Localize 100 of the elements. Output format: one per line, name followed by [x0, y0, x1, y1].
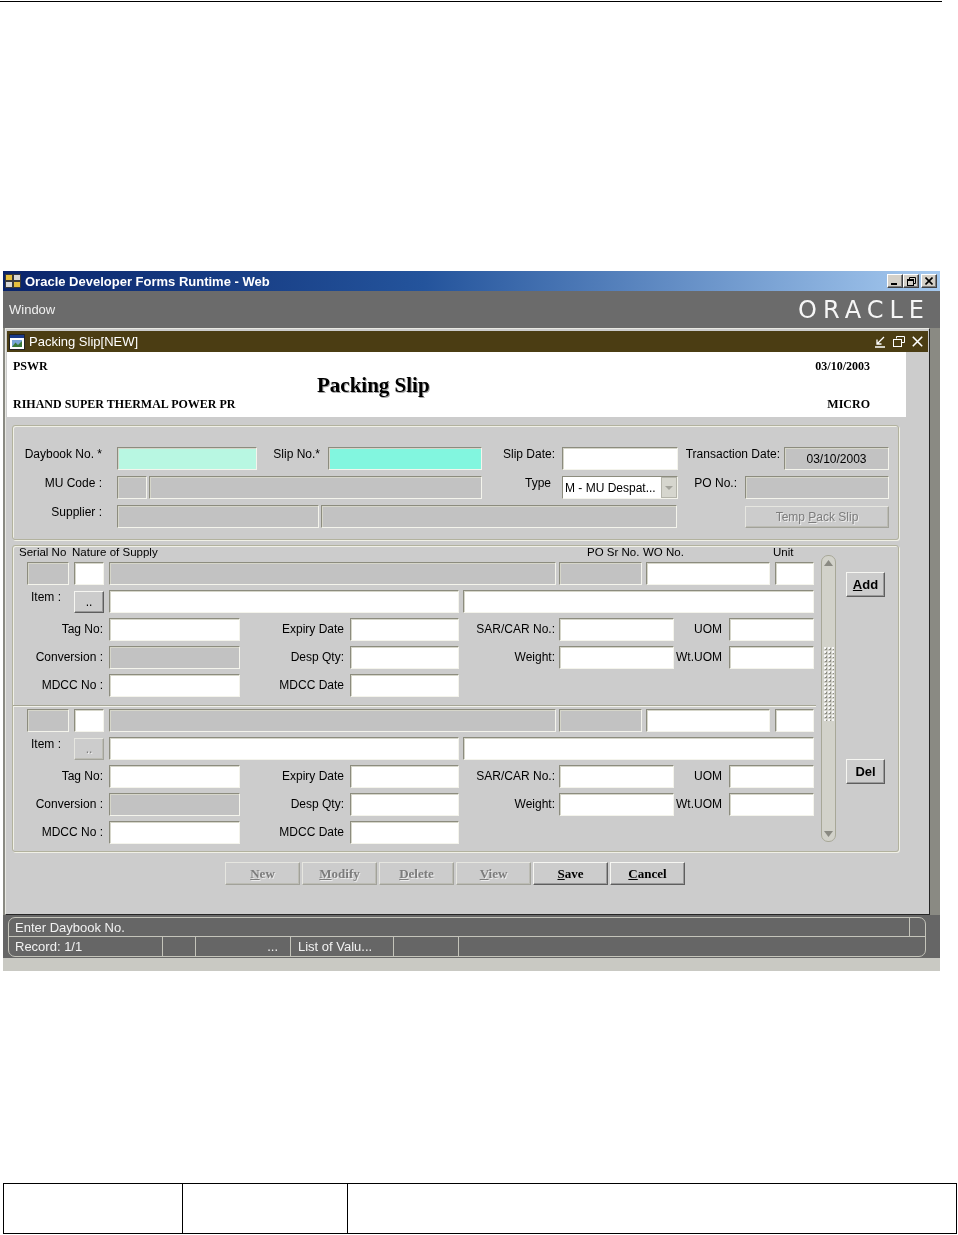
- field-label: Conversion :: [35, 797, 103, 812]
- save-button[interactable]: Save: [533, 862, 608, 885]
- field-label: Tag No:: [61, 769, 103, 784]
- field-label: Daybook No. *: [24, 447, 102, 462]
- field-label: Wt.UOM: [676, 650, 722, 665]
- field-label: MU Code :: [44, 476, 102, 491]
- field-label: Tag No:: [61, 622, 103, 637]
- close-button[interactable]: [921, 274, 937, 288]
- minimize-icon[interactable]: [874, 335, 886, 348]
- minimize-button[interactable]: [887, 274, 903, 288]
- input-field[interactable]: [350, 646, 459, 669]
- app-icon: [5, 274, 21, 288]
- input-field[interactable]: [463, 737, 814, 760]
- field-label: PO No.:: [694, 476, 737, 491]
- dropdown[interactable]: M - MU Despat...: [562, 476, 678, 499]
- readonly-field[interactable]: [559, 709, 642, 732]
- column-header: Unit: [773, 546, 795, 559]
- field-label: Weight:: [514, 797, 555, 812]
- maximize-button[interactable]: [903, 274, 919, 288]
- field-label: Item :: [31, 737, 61, 752]
- column-header: Nature of Supply: [72, 546, 159, 559]
- readonly-field[interactable]: [27, 562, 69, 585]
- input-field[interactable]: [729, 646, 814, 669]
- column-header: WO No.: [643, 546, 685, 559]
- readonly-field[interactable]: [321, 505, 677, 528]
- restore-icon[interactable]: [893, 336, 905, 347]
- input-field[interactable]: [559, 793, 674, 816]
- input-field[interactable]: [74, 709, 104, 732]
- header-organisation: RIHAND SUPER THERMAL POWER PR: [13, 397, 236, 411]
- input-field[interactable]: [109, 821, 240, 844]
- input-field[interactable]: [350, 821, 459, 844]
- up-arrow-icon[interactable]: [824, 560, 833, 566]
- input-field[interactable]: [729, 618, 814, 641]
- column-header: PO Sr No.: [587, 546, 641, 559]
- field-label: Type: [525, 476, 551, 491]
- readonly-field[interactable]: [745, 476, 889, 499]
- header-unit: MICRO: [827, 397, 870, 411]
- down-arrow-icon[interactable]: [824, 831, 833, 837]
- input-field[interactable]: [109, 765, 240, 788]
- input-field[interactable]: [350, 793, 459, 816]
- readonly-field[interactable]: 03/10/2003: [784, 447, 889, 470]
- input-field[interactable]: [729, 793, 814, 816]
- readonly-field[interactable]: [109, 793, 240, 816]
- status-hint: List of Valu...: [298, 939, 373, 954]
- field-label: Slip No.*: [273, 447, 320, 462]
- readonly-field[interactable]: [559, 562, 642, 585]
- column-header: Serial No: [19, 546, 68, 559]
- field-label: Expiry Date: [281, 769, 344, 784]
- restore-icon: [906, 276, 916, 286]
- close-icon[interactable]: [912, 336, 923, 347]
- input-field[interactable]: [350, 765, 459, 788]
- header-title: Packing Slip: [317, 373, 430, 397]
- readonly-field[interactable]: [117, 476, 147, 499]
- readonly-field[interactable]: [149, 476, 482, 499]
- input-field[interactable]: [775, 709, 814, 732]
- form-icon: [9, 333, 25, 350]
- input-field[interactable]: [463, 590, 814, 613]
- input-field[interactable]: [775, 562, 814, 585]
- field-label: Conversion :: [35, 650, 103, 665]
- header-code: PSWR: [13, 360, 48, 373]
- window-title: Packing Slip[NEW]: [29, 334, 139, 349]
- input-field[interactable]: [109, 590, 459, 613]
- input-field[interactable]: [559, 618, 674, 641]
- input-field[interactable]: [109, 737, 459, 760]
- add-button[interactable]: Add: [846, 572, 885, 597]
- readonly-field[interactable]: [117, 505, 319, 528]
- input-field[interactable]: [559, 765, 674, 788]
- field-label: Desp Qty:: [290, 650, 344, 665]
- readonly-field[interactable]: [109, 562, 556, 585]
- field-label: Desp Qty:: [290, 797, 344, 812]
- input-field[interactable]: [646, 562, 770, 585]
- header-date: 03/10/2003: [815, 360, 870, 373]
- scrollbar-thumb[interactable]: [823, 646, 834, 721]
- field-label: Wt.UOM: [676, 797, 722, 812]
- input-field[interactable]: [729, 765, 814, 788]
- delete-button[interactable]: Del: [846, 759, 885, 784]
- input-field[interactable]: [350, 674, 459, 697]
- input-field[interactable]: [328, 447, 482, 470]
- field-label: SAR/CAR No.:: [476, 622, 555, 637]
- lookup-button[interactable]: ..: [74, 590, 104, 613]
- input-field[interactable]: [117, 447, 257, 470]
- input-field[interactable]: [562, 447, 678, 470]
- input-field[interactable]: [350, 618, 459, 641]
- field-label: UOM: [694, 622, 722, 637]
- cancel-button[interactable]: Cancel: [610, 862, 685, 885]
- field-label: MDCC No :: [41, 825, 103, 840]
- input-field[interactable]: [74, 562, 104, 585]
- readonly-field[interactable]: [27, 709, 69, 732]
- field-label: Item :: [31, 590, 61, 605]
- readonly-field[interactable]: [109, 646, 240, 669]
- input-field[interactable]: [109, 618, 240, 641]
- menu-item[interactable]: Window: [9, 302, 56, 317]
- input-field[interactable]: [646, 709, 770, 732]
- field-label: Supplier :: [51, 505, 102, 520]
- readonly-field[interactable]: [109, 709, 556, 732]
- scrollbar-track[interactable]: [821, 555, 836, 842]
- record-counter: Record: 1/1: [15, 939, 83, 954]
- field-label: Weight:: [514, 650, 555, 665]
- input-field[interactable]: [109, 674, 240, 697]
- input-field[interactable]: [559, 646, 674, 669]
